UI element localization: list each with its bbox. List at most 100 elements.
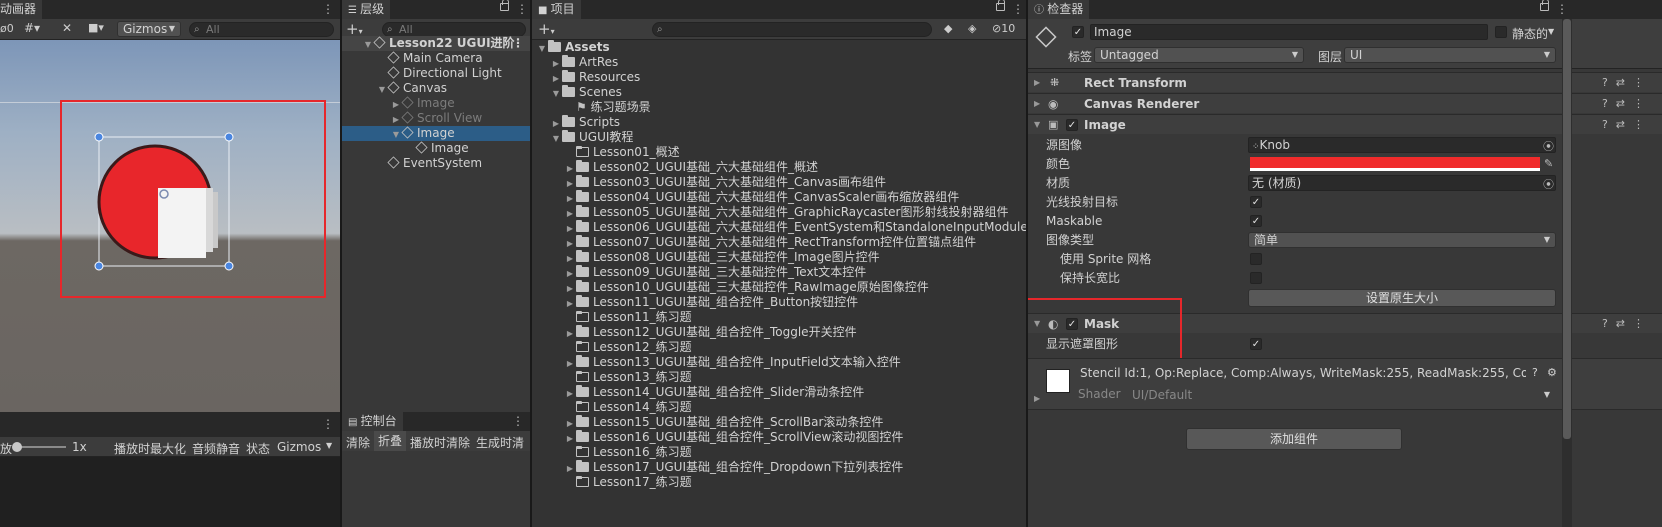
foldout-arrow-icon[interactable]: ▶	[564, 461, 576, 476]
project-item[interactable]: ▶ Resources	[532, 70, 1026, 85]
gizmos-dropdown[interactable]: Gizmos ▼	[117, 21, 181, 37]
set-native-size-button[interactable]: 设置原生大小	[1248, 289, 1556, 307]
foldout-arrow-icon[interactable]: ▼	[1034, 115, 1040, 135]
console-clear-on-play-button[interactable]: 播放时清除	[410, 434, 470, 451]
project-item[interactable]: ▶ ArtRes	[532, 55, 1026, 70]
foldout-arrow-icon[interactable]: ▶	[390, 112, 402, 127]
tab-inspector[interactable]: ⓘ 检查器	[1028, 0, 1090, 19]
material-foldout-icon[interactable]: ▶	[1034, 394, 1040, 403]
project-item[interactable]: ▶ Lesson12_UGUI基础_组合控件_Toggle开关控件	[532, 325, 1026, 340]
console-collapse-button[interactable]: 折叠	[374, 431, 407, 451]
material-picker-icon[interactable]: ⦿	[1543, 176, 1554, 192]
foldout-arrow-icon[interactable]: ▶	[564, 326, 576, 341]
hierarchy-item[interactable]: ▶ Scroll View	[342, 111, 530, 126]
object-name-field[interactable]: Image	[1090, 24, 1488, 40]
scene-search-input[interactable]: ⌕ All	[189, 22, 334, 37]
project-item[interactable]: ▶ Lesson17_UGUI基础_组合控件_Dropdown下拉列表控件	[532, 460, 1026, 475]
hierarchy-item[interactable]: Image	[342, 141, 530, 156]
hierarchy-item[interactable]: ▶ Image	[342, 96, 530, 111]
project-item[interactable]: ▶ Lesson03_UGUI基础_六大基础组件_Canvas画布组件	[532, 175, 1026, 190]
lock-icon[interactable]	[500, 0, 509, 11]
project-item[interactable]: Lesson16_练习题	[532, 445, 1026, 460]
shader-dropdown[interactable]: UI/Default ▼	[1126, 387, 1556, 403]
hierarchy-item[interactable]: ▼ Canvas	[342, 81, 530, 96]
material-field[interactable]: 无 (材质)	[1248, 175, 1556, 191]
raycast-target-checkbox[interactable]: ✓	[1250, 196, 1262, 208]
gizmos-dropdown-icon[interactable]: ▼	[326, 441, 332, 450]
inspector-more-icon[interactable]: ⋮	[1556, 0, 1568, 19]
foldout-arrow-icon[interactable]: ▶	[550, 116, 562, 131]
foldout-arrow-icon[interactable]: ▶	[550, 56, 562, 71]
static-checkbox[interactable]	[1495, 26, 1507, 38]
project-item[interactable]: ▶ Lesson10_UGUI基础_三大基础控件_RawImage原始图像控件	[532, 280, 1026, 295]
component-header-icons[interactable]: ?⇄⋮	[1602, 73, 1652, 93]
project-item[interactable]: ▶ Scripts	[532, 115, 1026, 130]
project-item[interactable]: ▶ Lesson16_UGUI基础_组合控件_ScrollView滚动视图控件	[532, 430, 1026, 445]
filter-type-icon[interactable]: ◆	[944, 22, 952, 35]
camera-icon[interactable]: ■▾	[88, 21, 104, 34]
active-checkbox[interactable]: ✓	[1072, 26, 1084, 38]
stats-button[interactable]: 状态	[246, 440, 270, 457]
project-item[interactable]: ▶ Lesson06_UGUI基础_六大基础组件_EventSystem和Stan…	[532, 220, 1026, 235]
project-item[interactable]: ▼ Scenes	[532, 85, 1026, 100]
tab-animator[interactable]: 动画器	[0, 0, 43, 19]
foldout-arrow-icon[interactable]: ▶	[564, 161, 576, 176]
project-item[interactable]: ▼ UGUI教程	[532, 130, 1026, 145]
project-item[interactable]: Lesson17_练习题	[532, 475, 1026, 490]
foldout-arrow-icon[interactable]: ▶	[564, 236, 576, 251]
hierarchy-search-input[interactable]: ⌕ All	[382, 22, 526, 37]
project-item[interactable]: ▶ Lesson02_UGUI基础_六大基础组件_概述	[532, 160, 1026, 175]
layer-dropdown[interactable]: UI ▼	[1344, 47, 1556, 63]
hierarchy-item[interactable]: EventSystem	[342, 156, 530, 171]
hidden-packages-icon[interactable]: ⊘10	[992, 22, 1015, 35]
foldout-arrow-icon[interactable]: ▶	[564, 431, 576, 446]
add-component-button[interactable]: 添加组件	[1186, 428, 1402, 450]
project-item[interactable]: ▼ Assets	[532, 40, 1026, 55]
project-search-input[interactable]: ⌕	[652, 22, 932, 37]
foldout-arrow-icon[interactable]: ▶	[564, 221, 576, 236]
foldout-arrow-icon[interactable]: ▼	[550, 131, 562, 146]
foldout-arrow-icon[interactable]: ▼	[390, 127, 402, 142]
foldout-arrow-icon[interactable]: ▶	[390, 97, 402, 112]
tab-hierarchy[interactable]: ☰ 层级	[342, 0, 391, 19]
object-picker-icon[interactable]: ⦿	[1543, 138, 1554, 154]
foldout-arrow-icon[interactable]: ▶	[564, 356, 576, 371]
image-type-dropdown[interactable]: 简单 ▼	[1248, 232, 1556, 248]
hierarchy-item[interactable]: ▼ Image	[342, 126, 530, 141]
scene-more-icon[interactable]: ⋮	[512, 36, 524, 51]
project-item[interactable]: Lesson01_概述	[532, 145, 1026, 160]
gizmos-button[interactable]: Gizmos	[277, 440, 321, 454]
console-log-area[interactable]	[342, 451, 530, 527]
foldout-arrow-icon[interactable]: ▶	[564, 386, 576, 401]
foldout-arrow-icon[interactable]: ▶	[564, 266, 576, 281]
hierarchy-item[interactable]: ▼ Lesson22 UGUI进阶 ⋮	[342, 36, 530, 51]
scale-slider-handle[interactable]	[12, 442, 22, 452]
tools-icon[interactable]: ✕	[62, 21, 72, 35]
project-item[interactable]: ▶ Lesson14_UGUI基础_组合控件_Slider滑动条控件	[532, 385, 1026, 400]
foldout-arrow-icon[interactable]: ▼	[536, 41, 548, 56]
show-mask-graphic-checkbox[interactable]: ✓	[1250, 338, 1262, 350]
project-item[interactable]: ▶ Lesson15_UGUI基础_组合控件_ScrollBar滚动条控件	[532, 415, 1026, 430]
console-clear-button[interactable]: 清除	[346, 434, 370, 451]
project-item[interactable]: ⚑ 练习题场景	[532, 100, 1026, 115]
foldout-arrow-icon[interactable]: ▶	[1034, 73, 1040, 93]
project-item[interactable]: ▶ Lesson05_UGUI基础_六大基础组件_GraphicRaycaster…	[532, 205, 1026, 220]
image-enabled-checkbox[interactable]: ✓	[1066, 119, 1078, 131]
project-item[interactable]: ▶ Lesson08_UGUI基础_三大基础控件_Image图片控件	[532, 250, 1026, 265]
project-item[interactable]: ▶ Lesson09_UGUI基础_三大基础控件_Text文本控件	[532, 265, 1026, 280]
foldout-arrow-icon[interactable]: ▶	[564, 191, 576, 206]
foldout-arrow-icon[interactable]: ▶	[564, 416, 576, 431]
inspector-scrollbar[interactable]	[1562, 19, 1572, 527]
component-header-icons[interactable]: ?⇄⋮	[1602, 115, 1652, 135]
preserve-aspect-checkbox[interactable]	[1250, 272, 1262, 284]
foldout-arrow-icon[interactable]: ▶	[1034, 94, 1040, 114]
source-image-field[interactable]: ⁘Knob	[1248, 137, 1556, 153]
hierarchy-item[interactable]: Main Camera	[342, 51, 530, 66]
foldout-arrow-icon[interactable]: ▼	[362, 37, 374, 52]
project-more-icon[interactable]: ⋮	[1012, 0, 1024, 19]
hierarchy-item[interactable]: Directional Light	[342, 66, 530, 81]
foldout-arrow-icon[interactable]: ▼	[550, 86, 562, 101]
project-item[interactable]: Lesson12_练习题	[532, 340, 1026, 355]
foldout-arrow-icon[interactable]: ▶	[564, 206, 576, 221]
foldout-arrow-icon[interactable]: ▼	[376, 82, 388, 97]
